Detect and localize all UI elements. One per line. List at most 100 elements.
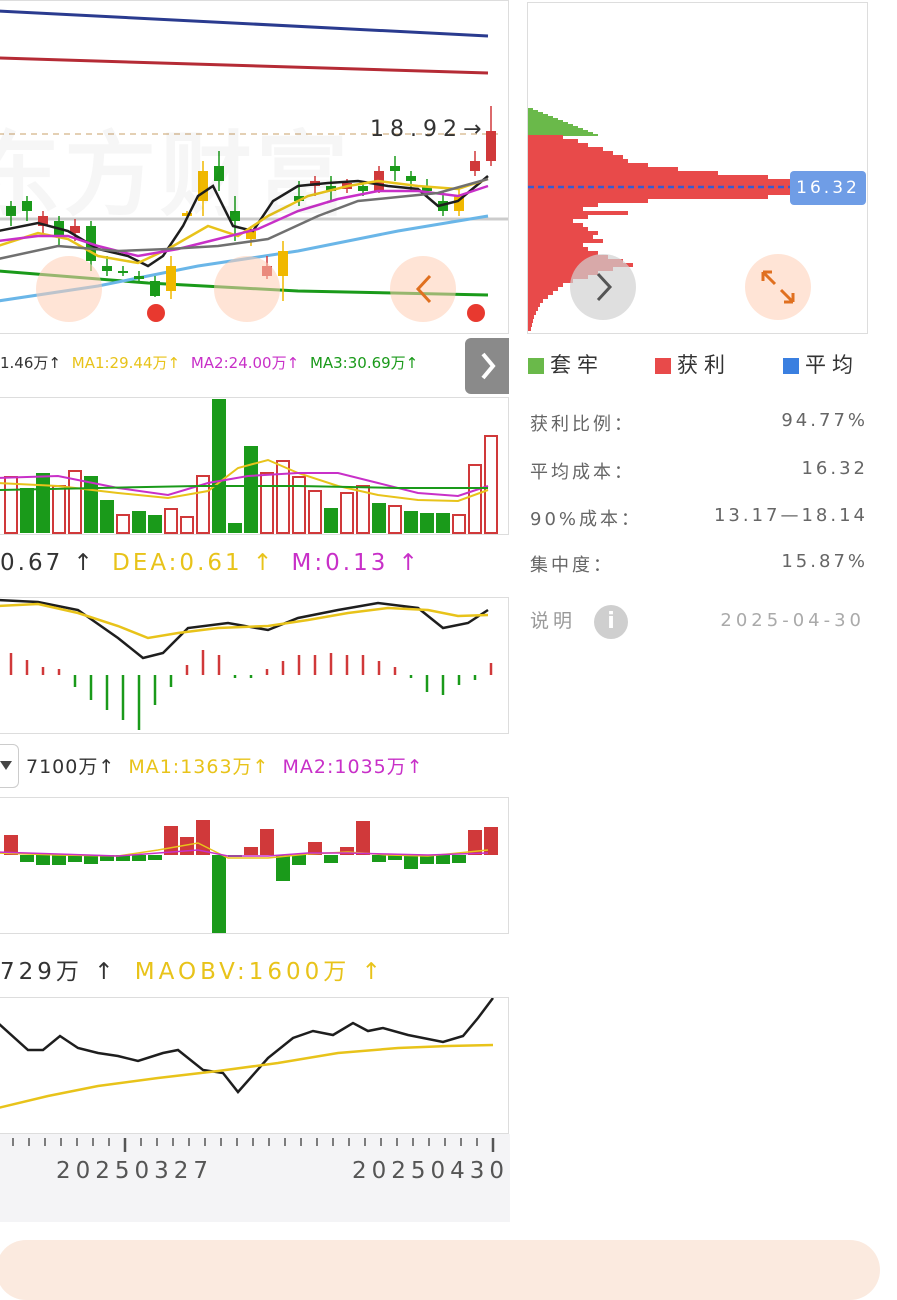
- volume-bar: [52, 485, 66, 534]
- fund-bar: [436, 855, 450, 864]
- chip-next-button[interactable]: [570, 254, 636, 320]
- stat-90-cost: 90%成本： 13.17—18.14: [530, 505, 868, 531]
- candle-body: [134, 276, 144, 279]
- chip-bar-profit: [528, 247, 588, 251]
- indicator-dropdown[interactable]: [0, 744, 19, 788]
- fund-bar: [404, 855, 418, 869]
- chevron-right-icon: [596, 272, 613, 302]
- fund-bar: [36, 855, 50, 865]
- chip-bar-profit: [528, 295, 548, 299]
- date-left: 20250327: [56, 1158, 214, 1184]
- stat-label: 获利比例：: [530, 414, 635, 435]
- stat-label: 90%成本：: [530, 509, 643, 530]
- fund-bar: [276, 855, 290, 881]
- fund-bar: [20, 855, 34, 862]
- price-marker-label: 18.92→: [370, 117, 488, 142]
- chip-bar-profit: [528, 147, 603, 151]
- chip-bar-profit: [528, 155, 623, 159]
- avg-cost-badge-label: 16.32: [796, 178, 860, 198]
- stat-label: 集中度：: [530, 555, 614, 576]
- candle-body: [470, 161, 480, 171]
- candle-body: [278, 251, 288, 276]
- chip-bar-profit: [528, 323, 532, 327]
- fund-bar: [356, 821, 370, 855]
- chip-bar-profit: [528, 311, 536, 315]
- fund-ma1: MA1:1363万↑: [128, 756, 270, 778]
- vol-ma2: MA2:24.00万↑: [190, 354, 300, 372]
- average-swatch: [783, 358, 799, 374]
- chip-bar-trapped: [528, 108, 533, 110]
- chip-bar-profit: [528, 159, 628, 163]
- volume-bar: [36, 473, 50, 533]
- fund-ma2: MA2:1035万↑: [282, 756, 424, 778]
- volume-bar: [308, 490, 322, 534]
- stat-label: 平均成本：: [530, 462, 635, 483]
- macd-svg: [0, 598, 493, 730]
- volume-bar: [436, 513, 450, 533]
- average-label: 平均: [805, 353, 859, 377]
- date-axis: 20250327 20250430: [0, 1134, 510, 1222]
- fund-legend: 7100万↑ MA1:1363万↑ MA2:1035万↑: [26, 752, 430, 779]
- volume-bar: [148, 515, 162, 533]
- chip-bar-profit: [528, 215, 588, 219]
- volume-chart[interactable]: [0, 397, 509, 535]
- expand-panel-button[interactable]: [465, 338, 509, 394]
- stat-profit-ratio: 获利比例： 94.77%: [530, 410, 868, 436]
- chip-bar-profit: [528, 191, 828, 195]
- chip-bar-profit: [528, 219, 573, 223]
- fund-chart[interactable]: [0, 797, 509, 934]
- chip-legend-profit: 获利: [655, 349, 731, 379]
- profit-swatch: [655, 358, 671, 374]
- crosshair-button[interactable]: [214, 256, 280, 322]
- chip-bar-profit: [528, 319, 533, 323]
- volume-bar: [388, 505, 402, 534]
- volume-bar: [340, 492, 354, 534]
- chip-bar-profit: [528, 151, 613, 155]
- fund-bar: [260, 829, 274, 855]
- chip-bar-profit: [528, 163, 648, 167]
- chip-bar-profit: [528, 203, 598, 207]
- fund-bar: [52, 855, 66, 865]
- chip-legend-average: 平均: [783, 349, 859, 379]
- trapped-swatch: [528, 358, 544, 374]
- fund-bar: [244, 847, 258, 855]
- chip-bar-trapped: [528, 118, 558, 120]
- volume-bar: [164, 508, 178, 534]
- chip-bar-profit: [528, 307, 538, 311]
- volume-bar: [452, 514, 466, 534]
- bottom-banner[interactable]: [0, 1240, 880, 1300]
- chip-bar-profit: [528, 175, 768, 179]
- chip-bar-profit: [528, 227, 588, 231]
- volume-bar: [132, 511, 146, 533]
- info-icon[interactable]: i: [594, 605, 628, 639]
- candle-body: [102, 266, 112, 271]
- chip-bar-profit: [528, 299, 543, 303]
- macd-chart[interactable]: [0, 597, 509, 734]
- volume-bar: [372, 503, 386, 533]
- volume-bar: [420, 513, 434, 533]
- maobv-line: [0, 1043, 494, 1109]
- chip-bar-profit: [528, 283, 563, 287]
- fund-bar: [148, 855, 162, 860]
- back-button[interactable]: [390, 256, 456, 322]
- chip-bar-trapped: [528, 128, 583, 130]
- stat-concentration: 集中度： 15.87%: [530, 551, 868, 577]
- chip-bar-profit: [528, 171, 718, 175]
- fullscreen-button[interactable]: [745, 254, 811, 320]
- volume-legend: 1.46万↑ MA1:29.44万↑ MA2:24.00万↑ MA3:30.69…: [0, 352, 424, 373]
- prev-button[interactable]: [36, 256, 102, 322]
- candle-body: [406, 176, 416, 181]
- chip-bar-profit: [528, 167, 678, 171]
- chip-bar-profit: [528, 287, 558, 291]
- obv-chart[interactable]: [0, 997, 509, 1134]
- candle-body: [150, 281, 160, 296]
- volume-bar: [116, 514, 130, 534]
- chip-bar-profit: [528, 327, 531, 331]
- chip-legend-trapped: 套牢: [528, 349, 604, 379]
- stat-avg-cost: 平均成本： 16.32: [530, 458, 868, 484]
- vol-ma1: MA1:29.44万↑: [71, 354, 181, 372]
- explain-label: 说明: [530, 610, 577, 632]
- chip-bar-profit: [528, 199, 648, 203]
- explain-link[interactable]: 说明: [530, 606, 576, 633]
- volume-bar: [244, 446, 258, 533]
